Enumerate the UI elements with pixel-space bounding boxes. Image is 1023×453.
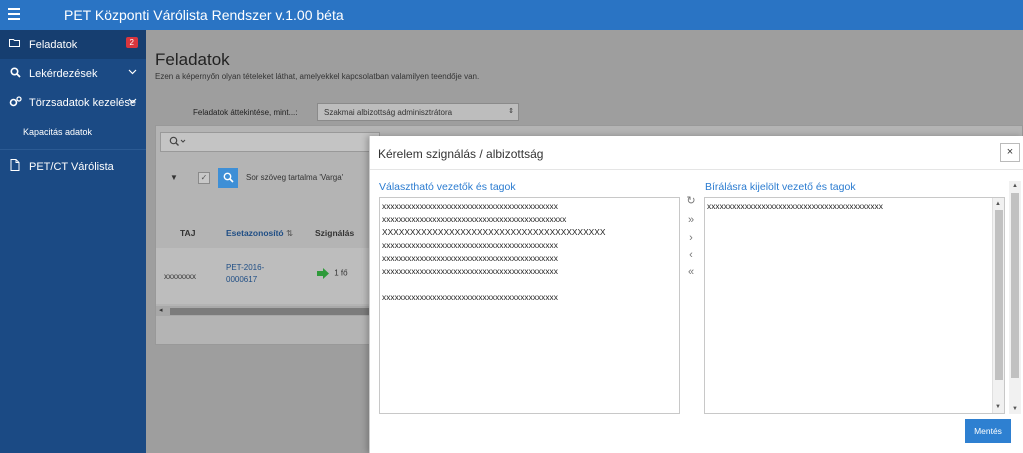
sidebar-item-label: Lekérdezések xyxy=(29,67,98,80)
dialog-divider xyxy=(370,169,1023,170)
save-button[interactable]: Mentés xyxy=(965,419,1011,443)
list-item[interactable]: xxxxxxxxxxxxxxxxxxxxxxxxxxxxxxxxxxxxxxxx… xyxy=(380,200,679,213)
list-item[interactable]: XXXXXXXXXXXXXXXXXXXXXXXXXXXXXXXXXXXXXXXX xyxy=(380,226,679,239)
refresh-button[interactable]: ↻ xyxy=(682,194,700,210)
folder-open-icon xyxy=(8,38,22,51)
sidebar-item-label: Törzsadatok kezelése xyxy=(29,96,136,109)
overview-role-select[interactable]: Szakmai albizottság adminisztrátora ⇕ xyxy=(317,103,519,121)
list-item[interactable]: xxxxxxxxxxxxxxxxxxxxxxxxxxxxxxxxxxxxxxxx… xyxy=(380,252,679,265)
cogs-icon xyxy=(8,95,22,110)
move-all-left-button[interactable]: « xyxy=(682,266,700,282)
selected-members-list[interactable]: xxxxxxxxxxxxxxxxxxxxxxxxxxxxxxxxxxxxxxxx… xyxy=(704,197,1005,414)
filter-checkbox[interactable]: ✓ xyxy=(198,172,210,184)
sidebar: Feladatok 2 Lekérdezések Törzsadatok kez… xyxy=(0,30,146,453)
move-right-button[interactable]: › xyxy=(682,232,700,248)
scroll-up-icon[interactable]: ▲ xyxy=(995,201,1001,207)
file-icon xyxy=(8,159,22,174)
overview-label: Feladatok áttekintése, mint...: xyxy=(193,108,298,117)
scroll-left-icon[interactable]: ◂ xyxy=(159,306,163,314)
assigned-count: 1 fő xyxy=(334,268,348,278)
sidebar-subitem-kapacitas[interactable]: Kapacitás adatok xyxy=(0,117,146,147)
sidebar-item-lekerdezesek[interactable]: Lekérdezések xyxy=(0,59,146,88)
column-header-esetazonosito[interactable]: Esetazonosító ⇅ xyxy=(226,228,293,239)
overview-selected-value: Szakmai albizottság adminisztrátora xyxy=(324,108,453,117)
column-header-taj[interactable]: TAJ xyxy=(180,228,195,238)
page-title: Feladatok xyxy=(155,50,230,69)
sidebar-item-label: Feladatok xyxy=(29,38,78,51)
cell-szignalas[interactable]: 1 fő xyxy=(316,267,348,280)
sidebar-item-feladatok[interactable]: Feladatok 2 xyxy=(0,30,146,59)
search-icon xyxy=(8,66,22,81)
cell-esetazonosito[interactable]: PET-2016-0000617 xyxy=(226,262,286,286)
list-item[interactable]: xxxxxxxxxxxxxxxxxxxxxxxxxxxxxxxxxxxxxxxx… xyxy=(380,239,679,252)
app-title: PET Központi Várólista Rendszer v.1.00 b… xyxy=(64,7,344,23)
dialog-vertical-scrollbar[interactable]: ▲ ▼ xyxy=(1009,181,1021,414)
filter-text: Sor szöveg tartalma 'Varga' xyxy=(246,173,344,182)
list-item[interactable]: xxxxxxxxxxxxxxxxxxxxxxxxxxxxxxxxxxxxxxxx… xyxy=(380,291,679,304)
select-arrows-icon: ⇕ xyxy=(508,108,514,115)
scrollbar-thumb[interactable] xyxy=(170,308,370,315)
sidebar-item-torzsadatok[interactable]: Törzsadatok kezelése xyxy=(0,88,146,117)
page-description: Ezen a képernyőn olyan tételeket láthat,… xyxy=(155,72,480,81)
column-header-szignalas[interactable]: Szignálás xyxy=(315,228,354,238)
hamburger-menu-icon[interactable] xyxy=(8,8,20,20)
move-all-right-button[interactable]: » xyxy=(682,214,700,230)
filter-search-button[interactable] xyxy=(218,168,238,188)
scroll-down-icon[interactable]: ▼ xyxy=(1012,406,1018,412)
dialog-title: Kérelem szignálás / albizottság xyxy=(378,147,544,161)
move-left-button[interactable]: ‹ xyxy=(682,249,700,265)
caret-down-icon[interactable]: ▼ xyxy=(170,173,178,182)
list-item[interactable]: xxxxxxxxxxxxxxxxxxxxxxxxxxxxxxxxxxxxxxxx… xyxy=(380,265,679,278)
scroll-up-icon[interactable]: ▲ xyxy=(1012,183,1018,189)
grid-filter-row: ▼ ✓ Sor szöveg tartalma 'Varga' xyxy=(160,168,360,188)
task-count-badge: 2 xyxy=(125,37,138,48)
close-button[interactable]: × xyxy=(1000,143,1020,162)
sidebar-divider xyxy=(0,149,146,150)
available-list-label: Választható vezetők és tagok xyxy=(379,181,516,193)
chevron-down-icon xyxy=(128,67,137,77)
list-item[interactable]: xxxxxxxxxxxxxxxxxxxxxxxxxxxxxxxxxxxxxxxx… xyxy=(380,213,679,226)
list-item[interactable]: xxxxxxxxxxxxxxxxxxxxxxxxxxxxxxxxxxxxxxxx… xyxy=(705,200,1004,213)
scrollbar-thumb[interactable] xyxy=(995,210,1003,380)
chevron-down-icon xyxy=(128,96,137,106)
list-vertical-scrollbar[interactable]: ▲ ▼ xyxy=(992,198,1004,413)
scroll-down-icon[interactable]: ▼ xyxy=(995,404,1001,410)
top-bar: PET Központi Várólista Rendszer v.1.00 b… xyxy=(0,0,1023,30)
grid-search-box[interactable] xyxy=(160,132,380,152)
available-members-list[interactable]: xxxxxxxxxxxxxxxxxxxxxxxxxxxxxxxxxxxxxxxx… xyxy=(379,197,680,414)
sign-in-icon xyxy=(317,268,329,279)
sidebar-item-label: PET/CT Várólista xyxy=(29,160,114,173)
sidebar-item-petct-varolista[interactable]: PET/CT Várólista xyxy=(0,152,146,181)
column-header-label: Esetazonosító xyxy=(226,228,284,238)
assign-dialog: Kérelem szignálás / albizottság × Válasz… xyxy=(369,136,1023,453)
sort-icon[interactable]: ⇅ xyxy=(286,228,293,238)
cell-taj: xxxxxxxx xyxy=(164,272,196,281)
search-dropdown-icon[interactable] xyxy=(169,136,187,150)
scrollbar-thumb[interactable] xyxy=(1011,193,1019,378)
selected-list-label: Bírálásra kijelölt vezető és tagok xyxy=(705,181,856,193)
list-item[interactable] xyxy=(380,278,679,291)
